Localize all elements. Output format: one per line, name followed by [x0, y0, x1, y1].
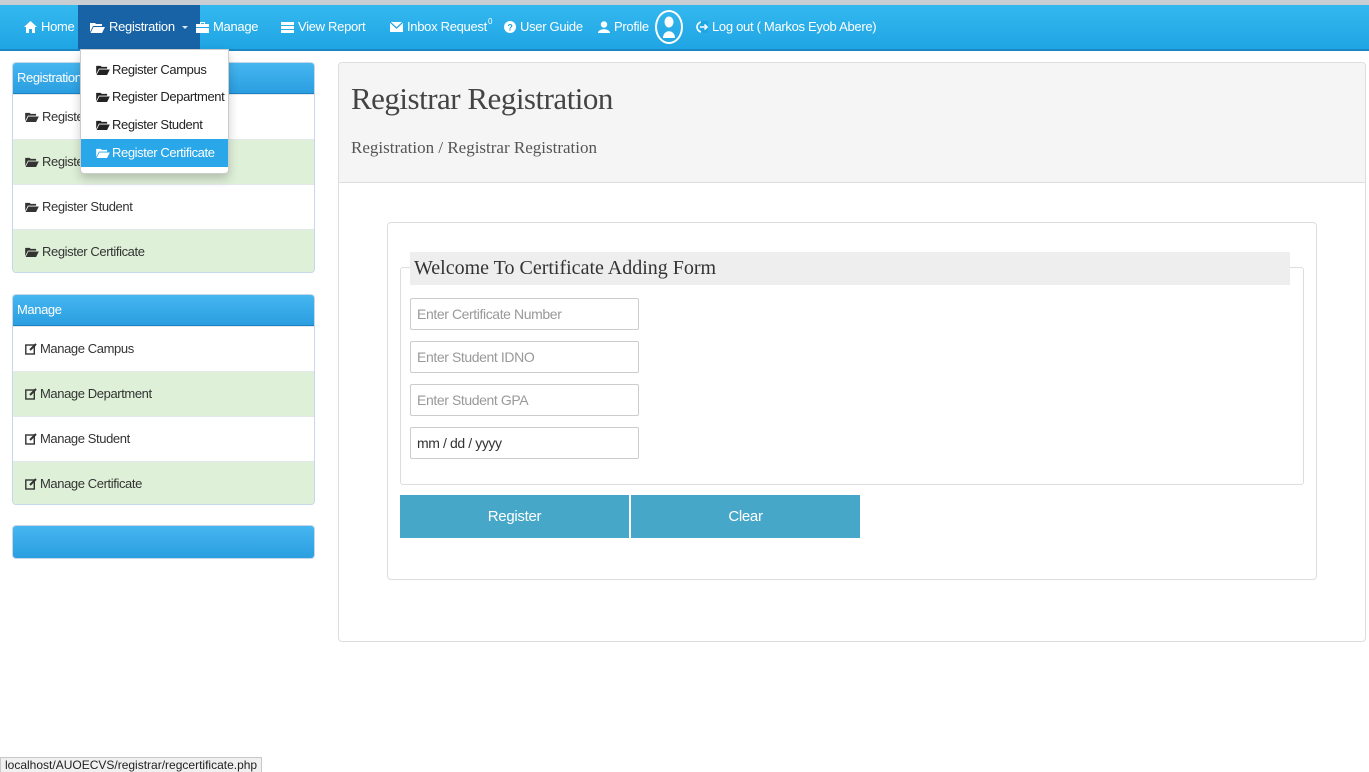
nav-manage-label: Manage: [213, 19, 259, 34]
nav-home-label: Home: [41, 19, 75, 34]
question-circle-icon: ?: [504, 21, 516, 33]
nav-user-guide-label: User Guide: [520, 19, 583, 34]
edit-icon: [25, 433, 37, 445]
inbox-text: Inbox Request: [407, 19, 487, 34]
logout-icon: [696, 21, 708, 33]
clear-button[interactable]: Clear: [631, 495, 860, 538]
folder-open-icon: [25, 112, 39, 122]
sidebar-item-label: Manage Certificate: [40, 476, 142, 491]
nav-profile-label: Profile: [614, 19, 649, 34]
sidebar-empty-panel: [12, 525, 315, 559]
avatar[interactable]: [655, 10, 683, 44]
sidebar-manage-title: Manage: [13, 295, 314, 326]
dropdown-item-register-department[interactable]: Register Department: [81, 83, 228, 111]
inbox-count-badge: 0: [487, 17, 493, 26]
student-gpa-input[interactable]: [410, 384, 639, 416]
dropdown-item-label: Register Department: [112, 89, 225, 104]
person-silhouette-icon: [663, 16, 675, 38]
folder-open-icon: [96, 65, 110, 75]
sidebar-item-register-certificate[interactable]: Register Certificate: [13, 229, 314, 272]
nav-registration[interactable]: Registration: [78, 5, 200, 49]
nav-inbox-request[interactable]: Inbox Request0: [390, 5, 492, 49]
sidebar-manage-panel: Manage Manage Campus Manage Department M…: [12, 294, 315, 505]
sidebar-item-manage-department[interactable]: Manage Department: [13, 371, 314, 416]
sidebar-item-label: Register Student: [42, 199, 133, 214]
dropdown-item-label: Register Student: [112, 117, 203, 132]
nav-inbox-label: Inbox Request0: [407, 5, 492, 49]
sidebar-item-manage-certificate[interactable]: Manage Certificate: [13, 461, 314, 504]
nav-registration-label: Registration: [109, 19, 175, 34]
home-icon: [24, 21, 37, 33]
edit-icon: [25, 478, 37, 490]
nav-view-report[interactable]: View Report: [281, 5, 366, 49]
student-idno-input[interactable]: [410, 341, 639, 373]
dropdown-item-register-student[interactable]: Register Student: [81, 111, 228, 139]
sidebar-item-register-student[interactable]: Register Student: [13, 184, 314, 229]
folder-open-icon: [25, 247, 39, 257]
svg-text:?: ?: [507, 23, 512, 33]
nav-logout[interactable]: Log out ( Markos Eyob Abere): [696, 5, 877, 49]
nav-logout-label: Log out ( Markos Eyob Abere): [712, 19, 877, 34]
sidebar-item-label: Register Certificate: [42, 244, 145, 259]
nav-profile[interactable]: Profile: [598, 5, 649, 49]
nav-view-report-label: View Report: [298, 19, 366, 34]
sidebar-item-label: Manage Campus: [40, 341, 134, 356]
certificate-number-input[interactable]: [410, 298, 639, 330]
user-icon: [598, 21, 610, 33]
folder-open-icon: [25, 157, 39, 167]
dropdown-item-label: Register Campus: [112, 62, 207, 77]
breadcrumb: Registration / Registrar Registration: [351, 138, 597, 157]
register-button[interactable]: Register: [400, 495, 629, 538]
sidebar-item-manage-campus[interactable]: Manage Campus: [13, 326, 314, 371]
top-navbar: Home Registration Manage View Report Inb…: [0, 5, 1369, 51]
list-icon: [281, 21, 294, 33]
sidebar-item-label: Manage Student: [40, 431, 130, 446]
form-legend: Welcome To Certificate Adding Form: [410, 252, 1290, 285]
certificate-form-card: Welcome To Certificate Adding Form mm / …: [387, 222, 1317, 580]
sidebar-empty-panel-title: [13, 526, 314, 558]
date-input[interactable]: mm / dd / yyyy: [410, 427, 639, 459]
folder-open-icon: [25, 202, 39, 212]
page-title: Registrar Registration: [351, 81, 613, 116]
page-header: Registrar Registration Registration / Re…: [339, 63, 1365, 183]
status-bar-url: localhost/AUOECVS/registrar/regcertifica…: [0, 757, 263, 772]
nav-manage[interactable]: Manage: [196, 5, 258, 49]
registration-dropdown-menu: Register Campus Register Department Regi…: [80, 49, 229, 174]
dropdown-item-register-campus[interactable]: Register Campus: [81, 56, 228, 84]
edit-icon: [25, 343, 37, 355]
dropdown-item-label: Register Certificate: [112, 145, 215, 160]
briefcase-icon: [196, 21, 209, 33]
chevron-down-icon: [181, 25, 188, 29]
nav-user-guide[interactable]: ? User Guide: [504, 5, 583, 49]
folder-open-icon: [90, 22, 105, 33]
dropdown-item-register-certificate[interactable]: Register Certificate: [81, 139, 228, 167]
edit-icon: [25, 388, 37, 400]
envelope-icon: [390, 22, 403, 32]
folder-open-icon: [96, 120, 110, 130]
main-content-panel: Registrar Registration Registration / Re…: [338, 62, 1366, 642]
folder-open-icon: [96, 148, 110, 158]
nav-home[interactable]: Home: [24, 5, 75, 49]
sidebar-item-label: Manage Department: [40, 386, 152, 401]
folder-open-icon: [96, 92, 110, 102]
sidebar-item-manage-student[interactable]: Manage Student: [13, 416, 314, 461]
